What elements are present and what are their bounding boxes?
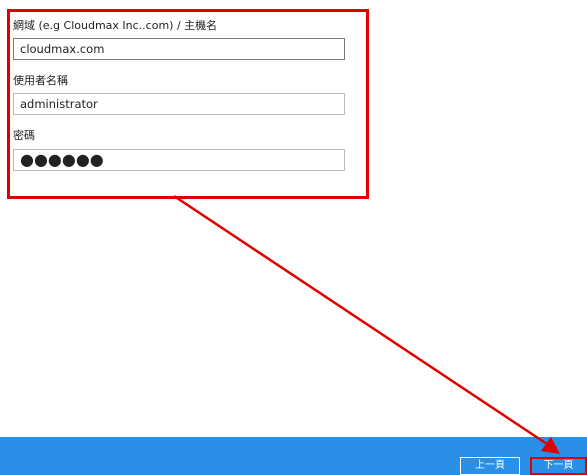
username-label: 使用者名稱 — [13, 74, 68, 87]
bottom-nav-bar: 上一頁 下一頁 — [0, 437, 587, 475]
password-label: 密碼 — [13, 129, 35, 142]
domain-field[interactable]: cloudmax.com — [13, 38, 345, 60]
next-button[interactable]: 下一頁 — [530, 457, 587, 475]
login-form: 網域 (e.g Cloudmax Inc..com) / 主機名 cloudma… — [0, 0, 587, 437]
previous-button[interactable]: 上一頁 — [460, 457, 520, 475]
username-field[interactable]: administrator — [13, 93, 345, 115]
password-field[interactable]: ●●●●●● — [13, 149, 345, 171]
domain-label: 網域 (e.g Cloudmax Inc..com) / 主機名 — [13, 19, 218, 32]
